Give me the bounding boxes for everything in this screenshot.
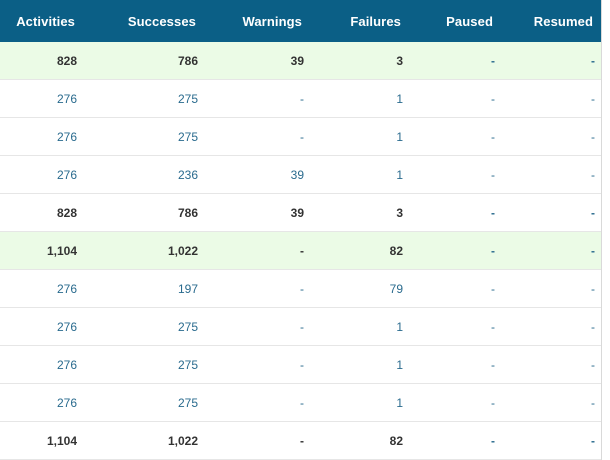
column-header-failures[interactable]: Failures — [310, 14, 409, 29]
cell-activities[interactable]: 276 — [0, 92, 83, 106]
cell-successes: 1,022 — [167, 243, 198, 258]
cell-activities[interactable]: 276 — [0, 168, 83, 182]
cell-successes: 786 — [177, 205, 198, 220]
cell-paused: - — [491, 129, 495, 144]
cell-warnings: - — [300, 395, 304, 410]
cell-successes[interactable]: 236 — [83, 168, 204, 182]
cell-paused: - — [491, 91, 495, 106]
cell-resumed: - — [591, 53, 595, 68]
cell-failures[interactable]: 1 — [310, 396, 409, 410]
cell-paused: - — [491, 357, 495, 372]
table-row: 276 275-1- - — [0, 80, 601, 118]
cell-paused: - — [491, 167, 495, 182]
cell-resumed: - — [591, 395, 595, 410]
cell-successes[interactable]: 275 — [83, 320, 204, 334]
cell-failures: 82 — [389, 433, 403, 448]
cell-failures: 3 — [396, 53, 403, 68]
cell-warnings: 39 — [290, 53, 304, 68]
cell-successes: 1,022 — [167, 433, 198, 448]
table-row: 276 197-79- - — [0, 270, 601, 308]
cell-resumed: - — [591, 167, 595, 182]
cell-activities[interactable]: 276 — [0, 358, 83, 372]
column-header-successes[interactable]: Successes — [83, 14, 204, 29]
table-body: 828 786 39 3- -276 275-1- -276 275-1- -276 236 39 1… — [0, 42, 601, 460]
cell-warnings: - — [300, 433, 304, 448]
activity-stats-table: Activities Successes Warnings Failures P… — [0, 0, 602, 460]
cell-resumed: - — [591, 281, 595, 296]
column-header-resumed[interactable]: Resumed — [501, 14, 601, 29]
cell-paused: - — [491, 243, 495, 258]
cell-paused: - — [491, 319, 495, 334]
cell-successes: 786 — [177, 53, 198, 68]
cell-failures: 82 — [389, 243, 403, 258]
cell-activities[interactable]: 276 — [0, 320, 83, 334]
table-row: 276 275-1- - — [0, 118, 601, 156]
table-row-summary: 828 786 39 3 - - — [0, 194, 601, 232]
cell-paused: - — [491, 281, 495, 296]
cell-failures[interactable]: 1 — [310, 320, 409, 334]
cell-paused: - — [491, 395, 495, 410]
cell-failures[interactable]: 1 — [310, 92, 409, 106]
cell-activities[interactable]: 276 — [0, 130, 83, 144]
table-row: 276 275-1- - — [0, 308, 601, 346]
cell-resumed: - — [591, 91, 595, 106]
cell-activities[interactable]: 276 — [0, 396, 83, 410]
table-row: 276 275-1- - — [0, 384, 601, 422]
column-header-warnings[interactable]: Warnings — [204, 14, 310, 29]
cell-successes[interactable]: 275 — [83, 92, 204, 106]
cell-warnings: - — [300, 91, 304, 106]
table-header: Activities Successes Warnings Failures P… — [0, 0, 601, 42]
cell-resumed: - — [591, 433, 595, 448]
cell-resumed: - — [591, 243, 595, 258]
cell-resumed: - — [591, 205, 595, 220]
column-header-paused[interactable]: Paused — [409, 14, 501, 29]
table-row-summary: 828 786 39 3 - - — [0, 42, 601, 80]
cell-paused: - — [491, 205, 495, 220]
cell-paused: - — [491, 53, 495, 68]
cell-warnings: - — [300, 281, 304, 296]
cell-failures[interactable]: 1 — [310, 168, 409, 182]
cell-activities: 828 — [56, 53, 77, 68]
cell-activities: 1,104 — [46, 243, 77, 258]
table-row-summary: 1,104 1,022 - 82 - - — [0, 232, 601, 270]
table-row: 276 236 39 1 - - — [0, 156, 601, 194]
cell-successes[interactable]: 197 — [83, 282, 204, 296]
cell-warnings: - — [300, 129, 304, 144]
cell-resumed: - — [591, 129, 595, 144]
cell-resumed: - — [591, 319, 595, 334]
cell-failures[interactable]: 1 — [310, 358, 409, 372]
cell-successes[interactable]: 275 — [83, 396, 204, 410]
cell-warnings: - — [300, 319, 304, 334]
table-row: 276 275-1- - — [0, 346, 601, 384]
cell-activities: 1,104 — [46, 433, 77, 448]
table-row-summary: 1,104 1,022 - 82 - - — [0, 422, 601, 460]
cell-warnings[interactable]: 39 — [204, 168, 310, 182]
cell-failures[interactable]: 79 — [310, 282, 409, 296]
cell-resumed: - — [591, 357, 595, 372]
cell-successes[interactable]: 275 — [83, 130, 204, 144]
cell-warnings: 39 — [290, 205, 304, 220]
cell-paused: - — [491, 433, 495, 448]
column-header-activities[interactable]: Activities — [0, 14, 83, 29]
cell-failures[interactable]: 1 — [310, 130, 409, 144]
cell-successes[interactable]: 275 — [83, 358, 204, 372]
cell-warnings: - — [300, 243, 304, 258]
cell-activities[interactable]: 276 — [0, 282, 83, 296]
cell-warnings: - — [300, 357, 304, 372]
cell-failures: 3 — [396, 205, 403, 220]
cell-activities: 828 — [56, 205, 77, 220]
